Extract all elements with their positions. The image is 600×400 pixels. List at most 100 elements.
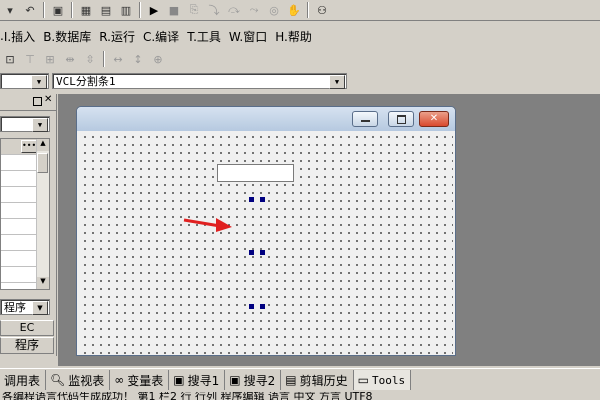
property-scrollbar[interactable]: ▲ ▼ [36,139,49,289]
split-icon[interactable]: ▥ [116,1,136,19]
space-horizontal-icon[interactable]: ⇹ [60,50,80,68]
selection-handle[interactable] [249,250,254,255]
form-window[interactable]: ✕ [76,106,456,356]
ellipsis-button[interactable]: ••• [21,140,37,153]
component-selector[interactable]: VCL分割条1 ▼ [52,73,347,89]
clipboard-icon: ▤ [285,373,297,387]
property-row[interactable] [1,235,38,251]
redo-partial-icon[interactable]: ▾ [0,1,20,19]
left-panel-top-combo[interactable]: ▼ [0,73,49,89]
same-width-icon[interactable]: ↔ [108,50,128,68]
property-lower-combo[interactable]: 程序 ▼ [0,299,50,315]
hand-icon[interactable]: ✋ [284,1,304,19]
undo-icon[interactable]: ↶ [20,1,40,19]
property-grid[interactable]: ••• ▲ ▼ [0,138,50,290]
step-over-icon[interactable]: ⤼ [224,1,244,19]
trace-icon[interactable]: ⤳ [244,1,264,19]
selection-handle[interactable] [249,197,254,202]
property-row[interactable] [1,267,38,283]
maximize-icon [397,115,406,124]
toolbar-separator [139,2,141,18]
align-center-icon[interactable]: ⊞ [40,50,60,68]
property-panel: ✕ ▼ ••• ▲ ▼ 程序 ▼ EC 程序 [0,94,57,356]
tab-tools[interactable]: ▭ Tools [353,370,412,390]
search1-icon: ▣ [173,373,185,387]
magnifier-icon: 🔍︎ [50,373,66,387]
align-left-icon[interactable]: ⊡ [0,50,20,68]
tab-search2[interactable]: ▣ 搜寻2 [225,370,282,390]
toolbar-separator [103,51,105,67]
panel-tab-ec[interactable]: EC [0,320,54,336]
align-toolbar: ⊡ ⊤ ⊞ ⇹ ⇳ ↔ ↕ ⊕ [0,49,168,69]
form-titlebar[interactable]: ✕ [77,107,455,131]
tab-watch[interactable]: 🔍︎ 监视表 [46,370,111,390]
tab-call-table[interactable]: 调用表 [0,370,47,390]
menu-bar: . I.插入 B.数据库 R.运行 C.编译 T.工具 W.窗口 H.帮助 [0,26,320,46]
menu-item-insert[interactable]: I.插入 [4,28,35,45]
chevron-down-icon[interactable]: ▼ [31,75,47,89]
close-button[interactable]: ✕ [419,111,449,127]
maximize-button[interactable] [388,111,414,127]
tab-variables[interactable]: ∞ 变量表 [110,370,170,390]
search2-icon: ▣ [229,373,241,387]
selection-handle[interactable] [260,197,265,202]
panel-close-icon[interactable]: ✕ [44,94,52,105]
menu-item-compile[interactable]: C.编译 [143,28,179,45]
chevron-down-icon[interactable]: ▼ [32,301,48,315]
variables-icon: ∞ [114,373,125,387]
property-row[interactable] [1,203,38,219]
menu-item-tools[interactable]: T.工具 [187,28,221,45]
chevron-down-icon[interactable]: ▼ [329,75,345,89]
step-icon[interactable]: ⎘ [184,1,204,19]
tab-search1[interactable]: ▣ 搜寻1 [169,370,226,390]
space-vertical-icon[interactable]: ⇳ [80,50,100,68]
property-row[interactable] [1,187,38,203]
panel-restore-icon[interactable] [33,97,42,106]
property-row[interactable] [1,219,38,235]
tab-clipboard-history[interactable]: ▤ 剪辑历史 [281,370,354,390]
property-row[interactable] [1,171,38,187]
stop-icon[interactable]: ■ [164,1,184,19]
form-icon[interactable]: ▦ [76,1,96,19]
menu-item-run[interactable]: R.运行 [99,28,135,45]
close-icon: ✕ [429,113,439,124]
menu-item-window[interactable]: W.窗口 [229,28,267,45]
menu-item-database[interactable]: B.数据库 [43,28,91,45]
scroll-up-icon[interactable]: ▲ [37,139,49,151]
scroll-thumb[interactable] [37,153,48,173]
selection-handle[interactable] [260,250,265,255]
window-icon: ▭ [357,373,369,387]
run-icon[interactable]: ▶ [144,1,164,19]
status-bar: 各编程语言代码生成成功！ 第1 栏2 行 行列 程序编辑 语言 中文 方言 UT… [0,392,600,400]
component-selector-value: VCL分割条1 [56,75,116,88]
property-row[interactable] [1,155,38,171]
step-into-icon[interactable]: ⤵ [204,1,224,19]
layout-icon[interactable]: ▤ [96,1,116,19]
same-size-icon[interactable]: ⊕ [148,50,168,68]
same-height-icon[interactable]: ↕ [128,50,148,68]
binoculars-icon[interactable]: ⚇ [312,1,332,19]
find-icon[interactable]: ▣ [48,1,68,19]
selection-handle[interactable] [249,304,254,309]
toolbar-separator [307,2,309,18]
property-object-combo[interactable]: ▼ [0,116,50,132]
status-text: 各编程语言代码生成成功！ 第1 栏2 行 行列 程序编辑 语言 中文 方言 UT… [2,392,373,400]
main-toolbar: ▾ ↶ ▣ ▦ ▤ ▥ ▶ ■ ⎘ ⤵ ⤼ ⤳ ◎ ✋ ⚇ [0,0,600,21]
toolbar-separator [71,2,73,18]
watch-icon[interactable]: ◎ [264,1,284,19]
chevron-down-icon[interactable]: ▼ [32,118,48,132]
menu-item-help[interactable]: H.帮助 [275,28,312,45]
edit-box-control[interactable] [217,164,294,182]
form-design-grid[interactable] [79,131,453,355]
property-row[interactable] [1,251,38,267]
minimize-icon [361,120,370,122]
toolbar-separator [43,2,45,18]
red-arrow-annotation [183,218,232,232]
property-panel-header: ✕ [0,94,56,111]
align-top-icon[interactable]: ⊤ [20,50,40,68]
selection-handle[interactable] [260,304,265,309]
panel-tab-program[interactable]: 程序 [0,337,54,354]
scroll-down-icon[interactable]: ▼ [37,277,49,289]
minimize-button[interactable] [352,111,378,127]
bottom-tab-bar: 调用表 🔍︎ 监视表 ∞ 变量表 ▣ 搜寻1 ▣ 搜寻2 ▤ 剪辑历史 ▭ Tools [0,368,600,391]
